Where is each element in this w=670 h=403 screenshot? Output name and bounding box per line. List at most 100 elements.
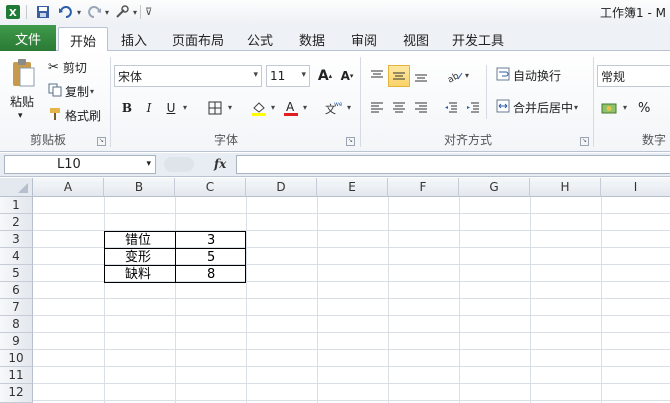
row-header-11[interactable]: 11: [0, 367, 33, 384]
align-top-icon[interactable]: [366, 65, 388, 87]
paste-icon[interactable]: [8, 57, 38, 91]
name-box[interactable]: L10 ▾: [4, 155, 156, 174]
tools-icon[interactable]: [112, 2, 132, 22]
tab-review[interactable]: 审阅: [344, 27, 384, 51]
font-color-icon[interactable]: A: [280, 97, 302, 119]
chevron-down-icon[interactable]: ▾: [253, 70, 258, 80]
chevron-down-icon[interactable]: ▾: [301, 70, 306, 80]
tab-home[interactable]: 开始: [58, 27, 108, 52]
tab-developer[interactable]: 开发工具: [448, 27, 508, 51]
cell-c5[interactable]: 8: [175, 265, 246, 283]
column-header-c[interactable]: C: [175, 178, 246, 197]
select-all-corner[interactable]: [0, 178, 33, 197]
column-header-g[interactable]: G: [459, 178, 530, 197]
tab-file[interactable]: 文件: [0, 25, 56, 51]
row-header-2[interactable]: 2: [0, 214, 33, 231]
ribbon: 粘贴 ▾ ✂ 剪切 复制 ▾ 格式刷 剪贴板 ↘ 宋体 ▾ 11 ▾ A ▴ A ▾…: [0, 51, 670, 152]
font-name-combo[interactable]: 宋体 ▾: [114, 65, 262, 87]
tab-insert[interactable]: 插入: [112, 27, 156, 51]
cell-c4[interactable]: 5: [175, 248, 246, 266]
row-header-9[interactable]: 9: [0, 333, 33, 350]
cell-b5[interactable]: 缺料: [104, 265, 176, 283]
tab-page-layout[interactable]: 页面布局: [164, 27, 232, 51]
tools-dropdown-icon[interactable]: ▾: [133, 8, 137, 17]
worksheet-grid[interactable]: A B C D E F G H I 1 2 3 4 5 6 7 8 9 10 1…: [0, 178, 670, 403]
clipboard-launcher-icon[interactable]: ↘: [97, 137, 106, 146]
merge-center-button[interactable]: 合并后居中 ▾: [496, 99, 578, 116]
redo-icon[interactable]: [84, 2, 104, 22]
row-header-6[interactable]: 6: [0, 282, 33, 299]
row-header-4[interactable]: 4: [0, 248, 33, 265]
column-header-f[interactable]: F: [388, 178, 459, 197]
column-header-h[interactable]: H: [530, 178, 601, 197]
cell-b3[interactable]: 错位: [104, 231, 176, 249]
phonetic-dropdown-icon[interactable]: ▾: [347, 103, 351, 112]
orientation-icon[interactable]: ab: [444, 65, 466, 87]
row-header-10[interactable]: 10: [0, 350, 33, 367]
align-right-icon[interactable]: [410, 97, 432, 119]
align-bottom-icon[interactable]: [410, 65, 432, 87]
chevron-down-icon[interactable]: ▾: [146, 156, 151, 173]
window-title: 工作簿1 - M: [600, 6, 666, 20]
borders-dropdown-icon[interactable]: ▾: [228, 103, 232, 112]
copy-dropdown-icon[interactable]: ▾: [90, 87, 94, 96]
format-painter-button[interactable]: 格式刷: [48, 107, 101, 124]
cell-b4[interactable]: 变形: [104, 248, 176, 266]
borders-icon[interactable]: [204, 97, 226, 119]
column-header-a[interactable]: A: [33, 178, 104, 197]
row-header-7[interactable]: 7: [0, 299, 33, 316]
increase-indent-icon[interactable]: [462, 97, 484, 119]
insert-function-icon[interactable]: fx: [214, 157, 226, 171]
number-format-combo[interactable]: 常规: [597, 65, 670, 87]
formula-input[interactable]: [236, 155, 670, 174]
phonetic-icon[interactable]: 文wen: [322, 97, 344, 119]
undo-icon[interactable]: [56, 2, 76, 22]
align-center-icon[interactable]: [388, 97, 410, 119]
fill-color-icon[interactable]: [248, 97, 270, 119]
font-size-combo[interactable]: 11 ▾: [266, 65, 310, 87]
column-header-i[interactable]: I: [601, 178, 670, 197]
column-header-b[interactable]: B: [104, 178, 175, 197]
column-header-d[interactable]: D: [246, 178, 317, 197]
grow-font-icon[interactable]: A ▴: [314, 65, 336, 87]
excel-logo-icon[interactable]: X: [3, 2, 23, 22]
row-header-1[interactable]: 1: [0, 197, 33, 214]
percent-button[interactable]: %: [638, 101, 650, 116]
row-header-8[interactable]: 8: [0, 316, 33, 333]
paste-dropdown-icon[interactable]: ▾: [18, 111, 23, 121]
cut-button[interactable]: ✂ 剪切: [48, 59, 87, 76]
alignment-launcher-icon[interactable]: ↘: [580, 137, 589, 146]
bold-icon[interactable]: B: [116, 97, 138, 119]
underline-icon[interactable]: U: [160, 97, 182, 119]
font-color-dropdown-icon[interactable]: ▾: [303, 103, 307, 112]
redo-dropdown-icon[interactable]: ▾: [105, 8, 109, 17]
currency-icon[interactable]: [598, 97, 620, 119]
tab-formulas[interactable]: 公式: [240, 27, 280, 51]
save-icon[interactable]: [33, 2, 53, 22]
merge-dropdown-icon[interactable]: ▾: [574, 103, 578, 112]
align-middle-icon[interactable]: [388, 65, 410, 87]
undo-dropdown-icon[interactable]: ▾: [77, 8, 81, 17]
orientation-dropdown-icon[interactable]: ▾: [465, 71, 469, 80]
group-separator: [593, 57, 594, 147]
underline-dropdown-icon[interactable]: ▾: [183, 103, 187, 112]
decrease-indent-icon[interactable]: [440, 97, 462, 119]
column-header-e[interactable]: E: [317, 178, 388, 197]
font-launcher-icon[interactable]: ↘: [346, 137, 355, 146]
customize-qat-icon[interactable]: ⊽: [145, 7, 152, 18]
paste-button[interactable]: 粘贴: [10, 93, 34, 110]
copy-button[interactable]: 复制 ▾: [48, 83, 94, 100]
wrap-text-button[interactable]: 自动换行: [496, 67, 561, 84]
tab-view[interactable]: 视图: [396, 27, 436, 51]
formula-bar-expander[interactable]: [164, 157, 194, 172]
tab-data[interactable]: 数据: [292, 27, 332, 51]
shrink-font-icon[interactable]: A ▾: [336, 65, 358, 87]
row-header-5[interactable]: 5: [0, 265, 33, 282]
fill-color-dropdown-icon[interactable]: ▾: [271, 103, 275, 112]
align-left-icon[interactable]: [366, 97, 388, 119]
row-header-12[interactable]: 12: [0, 384, 33, 403]
currency-dropdown-icon[interactable]: ▾: [623, 103, 627, 112]
italic-icon[interactable]: I: [138, 97, 160, 119]
cell-c3[interactable]: 3: [175, 231, 246, 249]
row-header-3[interactable]: 3: [0, 231, 33, 248]
